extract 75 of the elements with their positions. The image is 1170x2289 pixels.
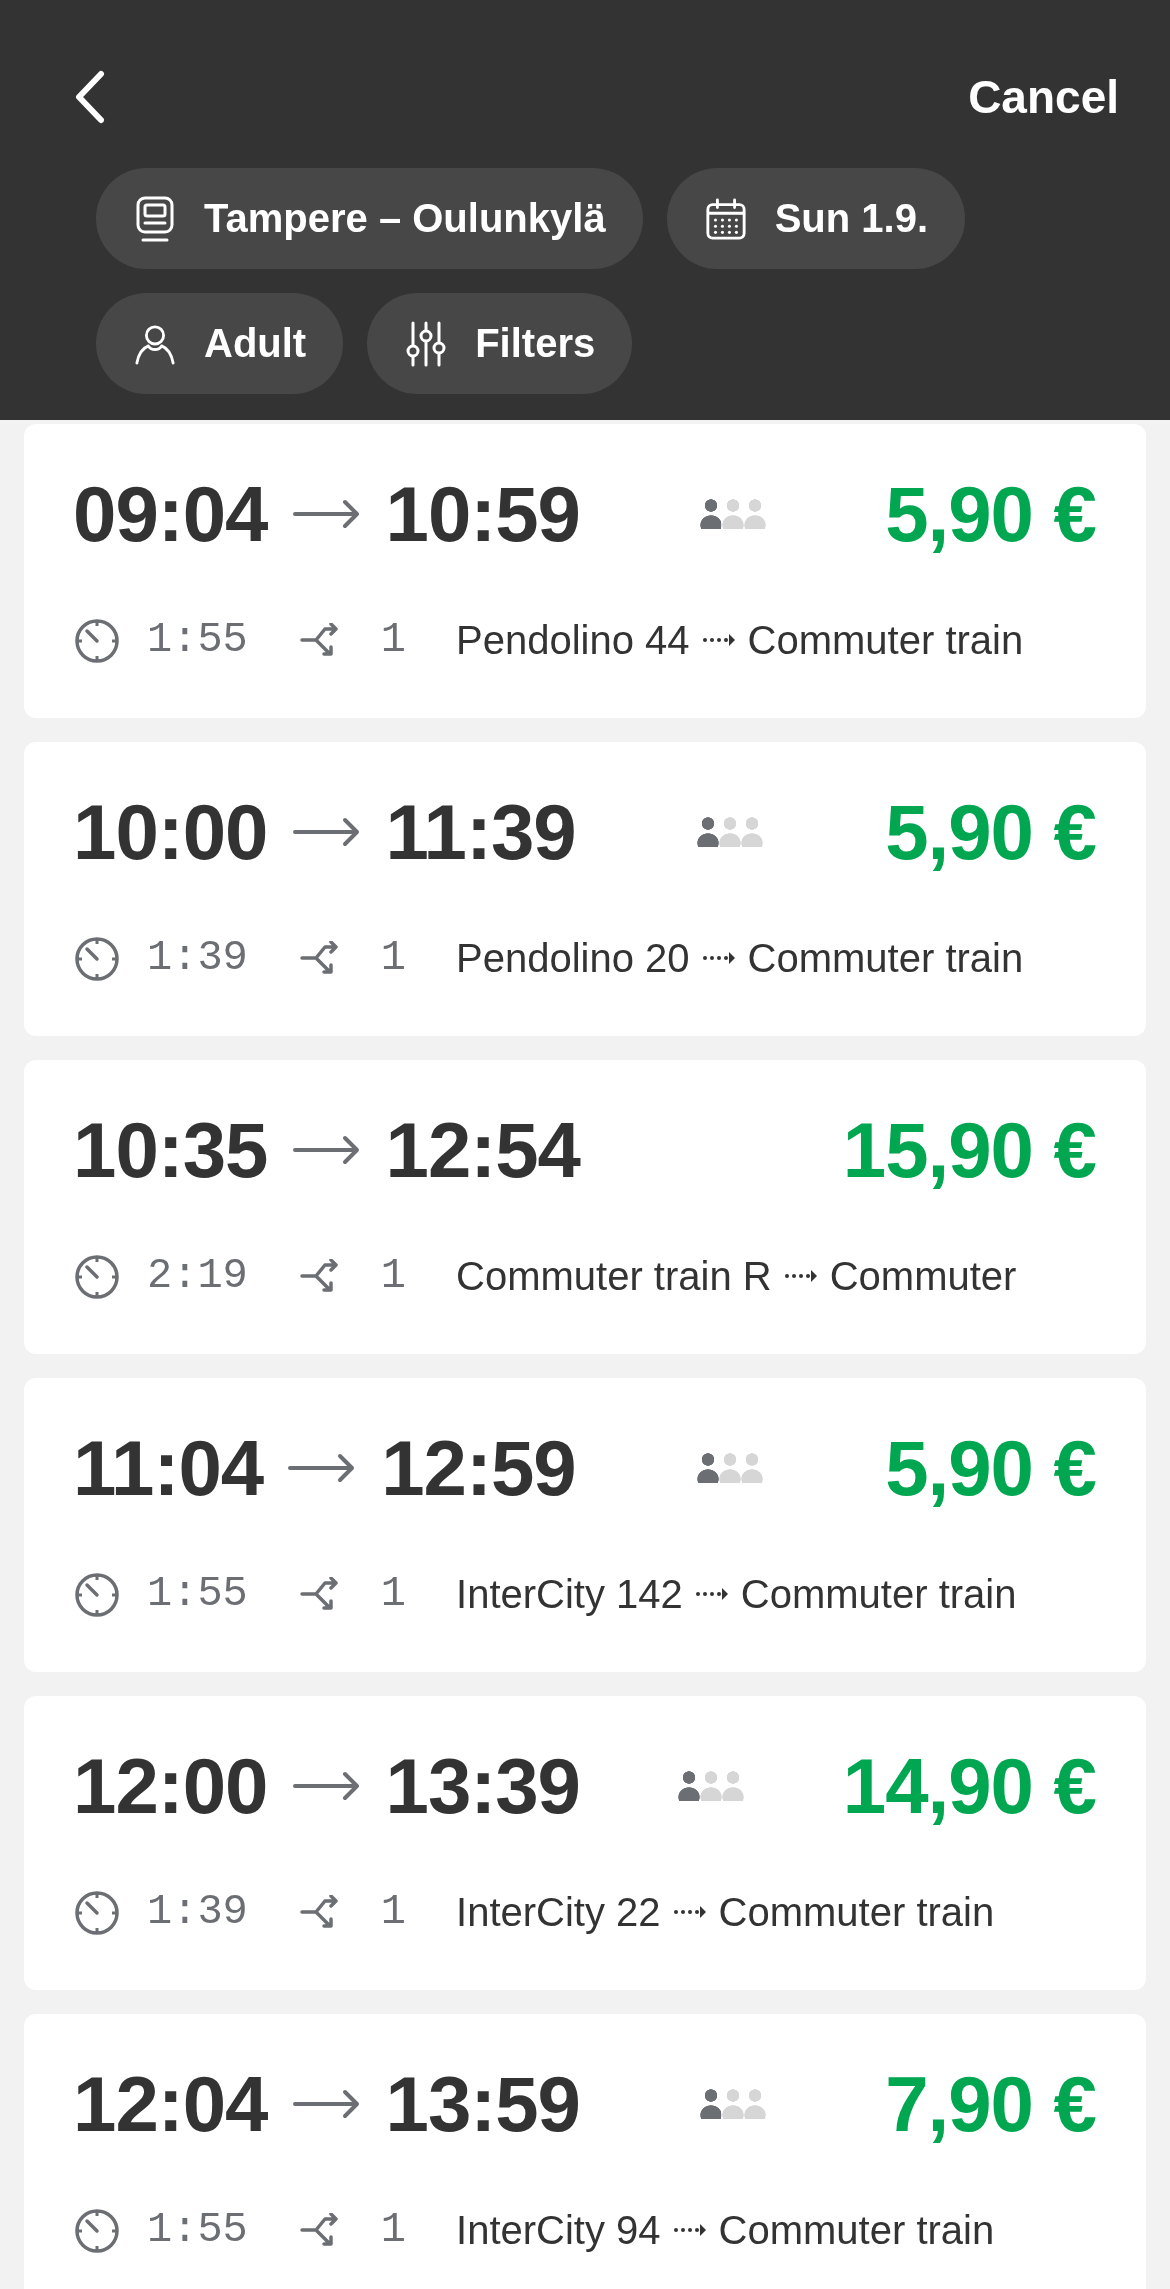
trip-card[interactable]: 12:04 13:59 7,90 € 1:55 1 InterCity 94 Commuter train bbox=[24, 2014, 1146, 2289]
route-chip[interactable]: Tampere – Oulunkylä bbox=[96, 168, 643, 269]
sliders-icon bbox=[405, 320, 448, 367]
filters-button[interactable]: Filters bbox=[367, 293, 633, 394]
dotted-arrow-icon bbox=[694, 1587, 729, 1601]
arrow-icon bbox=[288, 1453, 357, 1483]
arrival-time: 13:59 bbox=[385, 2059, 580, 2149]
train-name: Commuter train bbox=[747, 617, 1024, 663]
price: 5,90 € bbox=[885, 787, 1096, 877]
duration-text: 1:39 bbox=[147, 934, 248, 982]
dotted-arrow-icon bbox=[672, 1905, 707, 1919]
departure-time: 10:35 bbox=[73, 1105, 268, 1195]
departure-time: 11:04 bbox=[73, 1423, 264, 1513]
arrival-time: 12:54 bbox=[385, 1105, 580, 1195]
arrow-icon bbox=[292, 499, 361, 529]
arrival-time: 11:39 bbox=[385, 787, 576, 877]
price: 5,90 € bbox=[885, 469, 1096, 559]
train-name: Commuter bbox=[829, 1253, 1017, 1299]
arrow-icon bbox=[292, 817, 361, 847]
departure-time: 10:00 bbox=[73, 787, 268, 877]
clock-icon bbox=[73, 1252, 121, 1300]
train-name: Commuter train bbox=[718, 1889, 995, 1935]
departure-time: 12:04 bbox=[73, 2059, 268, 2149]
clock-icon bbox=[73, 2206, 121, 2254]
trip-card[interactable]: 10:35 12:54 15,90 € 2:19 1 Commuter train R Commuter bbox=[24, 1060, 1146, 1354]
dotted-arrow-icon bbox=[701, 951, 736, 965]
price: 14,90 € bbox=[842, 1741, 1096, 1831]
transfer-count: 1 bbox=[380, 2206, 407, 2254]
dotted-arrow-icon bbox=[783, 1269, 818, 1283]
back-icon[interactable] bbox=[74, 70, 106, 124]
passenger-chip[interactable]: Adult bbox=[96, 293, 344, 394]
arrow-icon bbox=[292, 1135, 361, 1165]
duration-text: 2:19 bbox=[147, 1252, 248, 1300]
date-chip[interactable]: Sun 1.9. bbox=[666, 168, 965, 269]
price: 7,90 € bbox=[885, 2059, 1096, 2149]
train-name: Commuter train bbox=[718, 2207, 995, 2253]
price: 5,90 € bbox=[885, 1423, 1096, 1513]
transfer-count: 1 bbox=[380, 616, 407, 664]
arrival-time: 10:59 bbox=[385, 469, 580, 559]
train-name: InterCity 142 bbox=[456, 1571, 683, 1617]
trip-card[interactable]: 11:04 12:59 5,90 € 1:55 1 InterCity 142 Commuter train bbox=[24, 1378, 1146, 1672]
price: 15,90 € bbox=[842, 1105, 1096, 1195]
train-icon bbox=[134, 195, 176, 242]
calendar-icon bbox=[704, 195, 747, 242]
arrow-icon bbox=[292, 2089, 361, 2119]
transfer-count: 1 bbox=[380, 1252, 407, 1300]
departure-time: 09:04 bbox=[73, 469, 268, 559]
departure-time: 12:00 bbox=[73, 1741, 268, 1831]
trip-card[interactable]: 10:00 11:39 5,90 € 1:39 1 Pendolino 20 Commuter train bbox=[24, 742, 1146, 1036]
train-name: Commuter train bbox=[747, 935, 1024, 981]
dotted-arrow-icon bbox=[672, 2223, 707, 2237]
cancel-button[interactable]: Cancel bbox=[968, 69, 1119, 125]
train-name: InterCity 94 bbox=[456, 2207, 661, 2253]
transfer-count: 1 bbox=[380, 1570, 407, 1618]
duration-text: 1:55 bbox=[147, 616, 248, 664]
arrival-time: 12:59 bbox=[381, 1423, 576, 1513]
duration-text: 1:55 bbox=[147, 1570, 248, 1618]
transfer-count: 1 bbox=[380, 1888, 407, 1936]
transfer-count: 1 bbox=[380, 934, 407, 982]
trip-card[interactable]: 09:04 10:59 5,90 € 1:55 1 Pendolino 44 Commuter train bbox=[24, 424, 1146, 718]
train-name: Commuter train bbox=[740, 1571, 1017, 1617]
clock-icon bbox=[73, 1570, 121, 1618]
clock-icon bbox=[73, 934, 121, 982]
train-name: InterCity 22 bbox=[456, 1889, 661, 1935]
arrival-time: 13:39 bbox=[385, 1741, 580, 1831]
clock-icon bbox=[73, 616, 121, 664]
clock-icon bbox=[73, 1888, 121, 1936]
train-name: Pendolino 44 bbox=[456, 617, 690, 663]
trip-card[interactable]: 12:00 13:39 14,90 € 1:39 1 InterCity 22 Commuter train bbox=[24, 1696, 1146, 1990]
dotted-arrow-icon bbox=[701, 633, 736, 647]
train-name: Commuter train R bbox=[456, 1253, 772, 1299]
duration-text: 1:39 bbox=[147, 1888, 248, 1936]
arrow-icon bbox=[292, 1771, 361, 1801]
duration-text: 1:55 bbox=[147, 2206, 248, 2254]
train-name: Pendolino 20 bbox=[456, 935, 690, 981]
